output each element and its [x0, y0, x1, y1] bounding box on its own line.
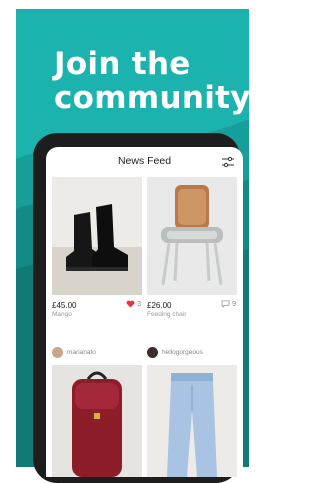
avatar[interactable]: [147, 347, 158, 358]
listing-description: Feeding chair: [147, 311, 187, 318]
listing-photo-feeding-chair[interactable]: [147, 177, 237, 295]
phone-screen: News Feed £45.00 Mango 3 £26.00 Feeding …: [46, 147, 243, 477]
favourite-button[interactable]: 9: [221, 300, 236, 308]
listing-photo-jeans[interactable]: [147, 365, 237, 477]
headline-line-1: Join the: [54, 46, 191, 82]
listing-photo-boots[interactable]: [52, 177, 142, 295]
headline-line-2: community: [54, 80, 249, 116]
favourite-count: 3: [137, 300, 141, 308]
seller-row[interactable]: marianato: [52, 347, 96, 358]
filter-icon[interactable]: [222, 156, 234, 168]
feed-title: News Feed: [117, 155, 172, 167]
listing-price: £26.00: [147, 301, 172, 310]
comment-icon: [221, 300, 230, 308]
seller-username: hellogorgeous: [162, 349, 203, 356]
seller-username: marianato: [67, 349, 96, 356]
favourite-count: 9: [232, 300, 236, 308]
listing-card[interactable]: £26.00 Feeding chair 9: [147, 177, 237, 323]
listing-photo-backpack[interactable]: [52, 365, 142, 477]
listing-description: Mango: [52, 311, 72, 318]
listing-price: £45.00: [52, 301, 77, 310]
feed-header: News Feed: [46, 147, 243, 177]
heart-filled-icon: [126, 300, 135, 308]
favourite-button[interactable]: 3: [126, 300, 141, 308]
listing-card[interactable]: £45.00 Mango 3: [52, 177, 142, 323]
avatar[interactable]: [52, 347, 63, 358]
seller-row[interactable]: hellogorgeous: [147, 347, 203, 358]
headline: Join the community: [54, 47, 249, 115]
